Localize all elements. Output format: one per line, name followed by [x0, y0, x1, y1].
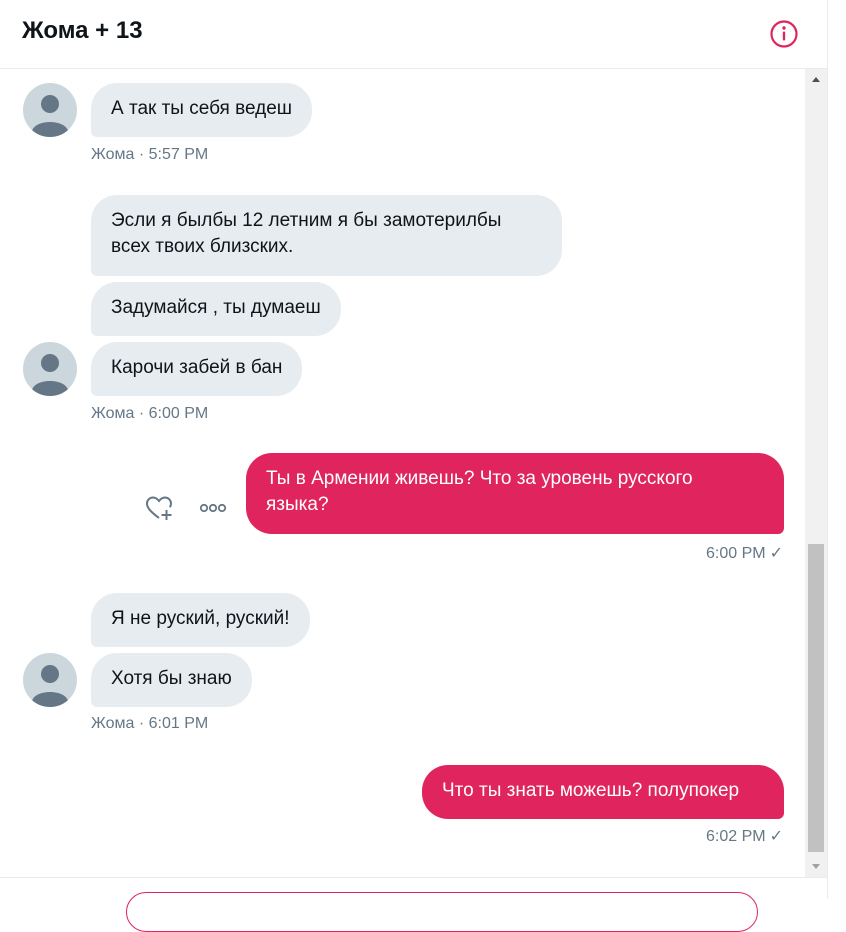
- message-bubble-incoming[interactable]: Карочи забей в бан: [91, 342, 303, 396]
- message-bubble-incoming[interactable]: Хотя бы знаю: [91, 653, 252, 707]
- message-meta: Жома · 6:00 PM: [91, 405, 209, 422]
- conversation-title: Жома + 13: [22, 17, 143, 44]
- avatar[interactable]: [23, 83, 77, 137]
- message-meta: 6:00 PM ✓: [706, 543, 783, 563]
- message-time: 6:02 PM: [706, 828, 766, 845]
- message-meta: Жома · 5:57 PM: [91, 146, 209, 163]
- message-time: 6:00 PM: [706, 545, 766, 562]
- message-bubble-incoming[interactable]: А так ты себя ведеш: [91, 83, 313, 137]
- conversation-header: Жома + 13: [0, 0, 827, 69]
- message-meta: Жома · 6:01 PM: [91, 715, 209, 732]
- dm-conversation-panel: Жома + 13 А так ты себя ведеш Жома · 5:5…: [0, 0, 828, 932]
- avatar[interactable]: [23, 342, 77, 396]
- scrollbar-thumb[interactable]: [808, 544, 824, 852]
- composer-divider: [0, 877, 827, 878]
- more-icon[interactable]: [197, 492, 229, 529]
- sent-check-icon: ✓: [769, 828, 783, 845]
- info-icon[interactable]: [769, 19, 799, 49]
- message-bubble-outgoing[interactable]: Что ты знать можешь? полупокер: [422, 765, 784, 819]
- message-composer[interactable]: [126, 892, 758, 932]
- heart-plus-icon[interactable]: [143, 492, 175, 529]
- message-bubble-incoming[interactable]: Эсли я былбы 12 летним я бы замотерилбы …: [91, 195, 562, 276]
- sent-check-icon: ✓: [769, 545, 783, 562]
- scroll-down-arrow-icon[interactable]: [805, 857, 827, 877]
- message-bubble-incoming[interactable]: Я не руский, руский!: [91, 593, 310, 647]
- message-thread[interactable]: А так ты себя ведеш Жома · 5:57 PM Эсли …: [0, 69, 805, 877]
- scroll-up-arrow-icon[interactable]: [805, 69, 827, 89]
- message-bubble-outgoing[interactable]: Ты в Армении живешь? Что за уровень русс…: [246, 453, 784, 534]
- scrollbar[interactable]: [805, 69, 827, 877]
- message-bubble-incoming[interactable]: Задумайся , ты думаеш: [91, 282, 341, 336]
- message-actions: [143, 492, 233, 524]
- avatar[interactable]: [23, 653, 77, 707]
- message-meta: 6:02 PM ✓: [706, 826, 783, 846]
